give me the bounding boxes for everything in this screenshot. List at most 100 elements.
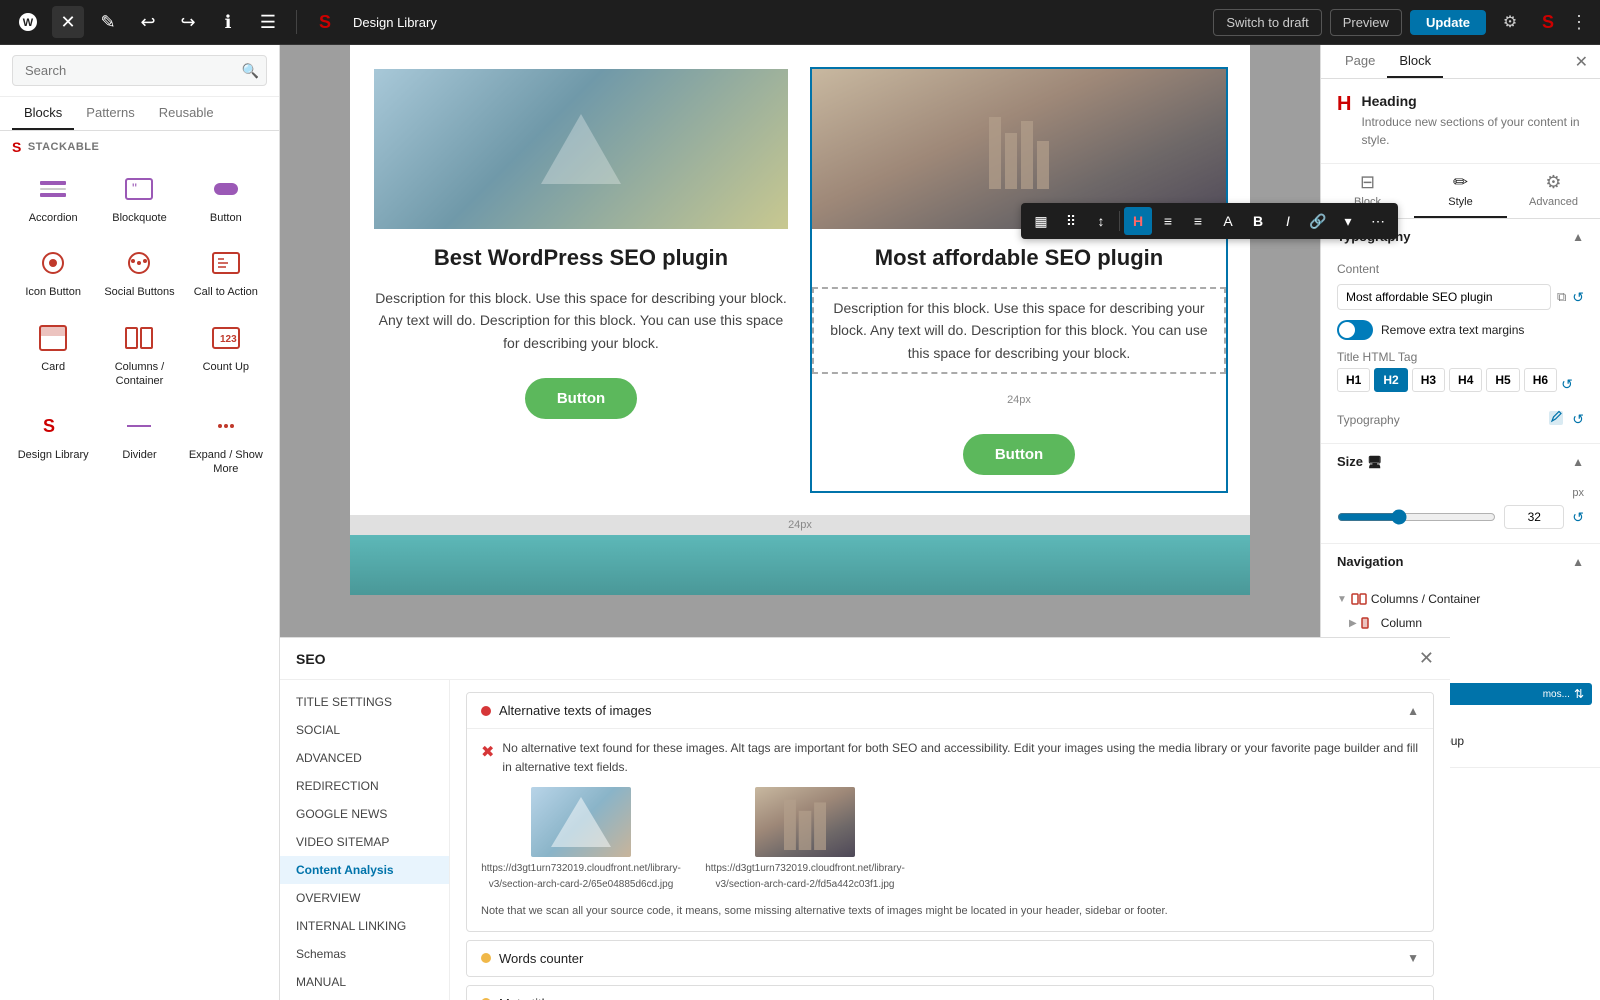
redo-icon[interactable]: ↪ bbox=[172, 6, 204, 38]
size-slider[interactable] bbox=[1337, 509, 1496, 525]
seo-layout: TITLE SETTINGS SOCIAL ADVANCED REDIRECTI… bbox=[280, 680, 1450, 1000]
nav-item-column-1[interactable]: ▶ Column bbox=[1329, 611, 1592, 635]
seo-nav-redirection[interactable]: REDIRECTION bbox=[280, 772, 449, 800]
canvas-inner: Best WordPress SEO plugin Description fo… bbox=[350, 45, 1250, 595]
col-2-spacing-label: 24px bbox=[1007, 390, 1031, 410]
right-sidebar-close[interactable]: ✕ bbox=[1575, 45, 1588, 78]
undo-icon[interactable]: ↩ bbox=[132, 6, 164, 38]
tab-blocks[interactable]: Blocks bbox=[12, 97, 74, 130]
block-item-card[interactable]: Card bbox=[12, 312, 94, 397]
list-icon[interactable]: ☰ bbox=[252, 6, 284, 38]
nav-item-columns-label: Columns / Container bbox=[1371, 592, 1480, 606]
tab-reusable[interactable]: Reusable bbox=[147, 97, 226, 130]
seo-words-counter-header[interactable]: Words counter ▼ bbox=[467, 941, 1433, 976]
ftb-bold-icon[interactable]: B bbox=[1244, 207, 1272, 235]
stackable-icon[interactable]: S bbox=[309, 6, 341, 38]
block-item-social-buttons[interactable]: Social Buttons bbox=[98, 237, 180, 307]
block-item-call-to-action[interactable]: Call to Action bbox=[185, 237, 267, 307]
more-options-icon[interactable]: ⋮ bbox=[1570, 12, 1588, 33]
size-reset-icon[interactable]: ↺ bbox=[1572, 509, 1584, 526]
block-item-count-up[interactable]: 123 Count Up bbox=[185, 312, 267, 397]
block-item-button[interactable]: Button bbox=[185, 163, 267, 233]
col-1-description[interactable]: Description for this block. Use this spa… bbox=[374, 287, 788, 354]
seo-words-chevron: ▼ bbox=[1407, 951, 1419, 965]
content-copy-icon[interactable]: ⧉ bbox=[1557, 289, 1566, 305]
seo-meta-title-header[interactable]: Meta title ▼ bbox=[467, 986, 1433, 1000]
block-item-expand-show-more[interactable]: Expand / Show More bbox=[185, 400, 267, 485]
edit-icon[interactable]: ✎ bbox=[92, 6, 124, 38]
tag-h3[interactable]: H3 bbox=[1412, 368, 1445, 392]
col-2-description[interactable]: Description for this block. Use this spa… bbox=[812, 287, 1226, 374]
tab-block[interactable]: Block bbox=[1387, 45, 1443, 78]
close-button[interactable]: ✕ bbox=[52, 6, 84, 38]
ftb-align-center-icon[interactable]: ≡ bbox=[1184, 207, 1212, 235]
tag-h6[interactable]: H6 bbox=[1524, 368, 1557, 392]
ftb-h-icon[interactable]: H bbox=[1124, 207, 1152, 235]
block-item-design-library[interactable]: S Design Library bbox=[12, 400, 94, 485]
view-tab-style[interactable]: ✏ Style bbox=[1414, 164, 1507, 218]
seo-section-words-counter: Words counter ▼ bbox=[466, 940, 1434, 977]
col-1-button[interactable]: Button bbox=[525, 378, 637, 419]
search-input[interactable] bbox=[12, 55, 267, 86]
size-section: Size 🖥 ▲ px ↺ bbox=[1321, 444, 1600, 544]
content-reset-icon[interactable]: ↺ bbox=[1572, 289, 1584, 306]
tab-page[interactable]: Page bbox=[1333, 45, 1387, 78]
typography-reset-icon[interactable]: ↺ bbox=[1572, 411, 1584, 428]
preview-button[interactable]: Preview bbox=[1330, 9, 1402, 36]
tag-h1[interactable]: H1 bbox=[1337, 368, 1370, 392]
col-1-title[interactable]: Best WordPress SEO plugin bbox=[434, 245, 728, 271]
navigation-section-header[interactable]: Navigation ▲ bbox=[1321, 544, 1600, 579]
tag-h5[interactable]: H5 bbox=[1486, 368, 1519, 392]
ftb-italic-icon[interactable]: I bbox=[1274, 207, 1302, 235]
switch-to-draft-button[interactable]: Switch to draft bbox=[1213, 9, 1321, 36]
stackable-brand-icon[interactable]: S bbox=[1534, 8, 1562, 36]
block-item-blockquote[interactable]: " Blockquote bbox=[98, 163, 180, 233]
wp-logo[interactable]: W bbox=[12, 6, 44, 38]
ftb-dropdown-icon[interactable]: ▾ bbox=[1334, 207, 1362, 235]
nav-item-columns-container[interactable]: ▼ Columns / Container bbox=[1329, 587, 1592, 611]
settings-icon[interactable]: ⚙ bbox=[1494, 6, 1526, 38]
seo-alt-texts-header[interactable]: Alternative texts of images ▲ bbox=[467, 693, 1433, 728]
view-tab-advanced[interactable]: ⚙ Advanced bbox=[1507, 164, 1600, 218]
col-2-title[interactable]: Most affordable SEO plugin bbox=[875, 245, 1163, 271]
ftb-text-color-icon[interactable]: A bbox=[1214, 207, 1242, 235]
seo-nav-internal-linking[interactable]: INTERNAL LINKING bbox=[280, 912, 449, 940]
ftb-block-icon[interactable]: ▦ bbox=[1027, 207, 1055, 235]
size-section-header[interactable]: Size 🖥 ▲ bbox=[1321, 444, 1600, 479]
seo-error-message: ✖ No alternative text found for these im… bbox=[481, 739, 1419, 777]
html-tag-reset-icon[interactable]: ↺ bbox=[1561, 376, 1573, 393]
seo-nav-social[interactable]: SOCIAL bbox=[280, 716, 449, 744]
block-item-accordion[interactable]: Accordion bbox=[12, 163, 94, 233]
typography-edit-icon[interactable] bbox=[1548, 410, 1564, 429]
seo-nav-content-analysis[interactable]: Content Analysis bbox=[280, 856, 449, 884]
block-item-divider[interactable]: Divider bbox=[98, 400, 180, 485]
seo-nav-schemas[interactable]: Schemas bbox=[280, 940, 449, 968]
remove-margins-toggle[interactable] bbox=[1337, 320, 1373, 340]
seo-nav-title-settings[interactable]: TITLE SETTINGS bbox=[280, 688, 449, 716]
tab-patterns[interactable]: Patterns bbox=[74, 97, 146, 130]
tag-h4[interactable]: H4 bbox=[1449, 368, 1482, 392]
ftb-more-icon[interactable]: ⋯ bbox=[1364, 207, 1392, 235]
ftb-drag-icon[interactable]: ⠿ bbox=[1057, 207, 1085, 235]
section-label-stackable: S STACKABLE bbox=[0, 131, 279, 159]
block-item-columns-container[interactable]: Columns / Container bbox=[98, 312, 180, 397]
html-tags-group: H1 H2 H3 H4 H5 H6 bbox=[1337, 368, 1557, 392]
size-input[interactable] bbox=[1504, 505, 1564, 529]
heading-stepper-icon[interactable]: ⇅ bbox=[1574, 687, 1584, 701]
seo-nav-google-news[interactable]: GOOGLE NEWS bbox=[280, 800, 449, 828]
update-button[interactable]: Update bbox=[1410, 10, 1486, 35]
ftb-align-left-icon[interactable]: ≡ bbox=[1154, 207, 1182, 235]
seo-nav-overview[interactable]: OVERVIEW bbox=[280, 884, 449, 912]
tag-h2[interactable]: H2 bbox=[1374, 368, 1407, 392]
ftb-move-icon[interactable]: ↕ bbox=[1087, 207, 1115, 235]
col-2-button[interactable]: Button bbox=[963, 434, 1075, 475]
card-icon bbox=[35, 320, 71, 356]
content-input[interactable] bbox=[1337, 284, 1551, 310]
ftb-link-icon[interactable]: 🔗 bbox=[1304, 207, 1332, 235]
seo-nav-manual[interactable]: MANUAL bbox=[280, 968, 449, 996]
seo-nav-advanced[interactable]: ADVANCED bbox=[280, 744, 449, 772]
info-icon[interactable]: ℹ bbox=[212, 6, 244, 38]
seo-nav-video-sitemap[interactable]: VIDEO SITEMAP bbox=[280, 828, 449, 856]
block-item-icon-button[interactable]: Icon Button bbox=[12, 237, 94, 307]
seo-panel-close[interactable]: ✕ bbox=[1419, 648, 1434, 669]
